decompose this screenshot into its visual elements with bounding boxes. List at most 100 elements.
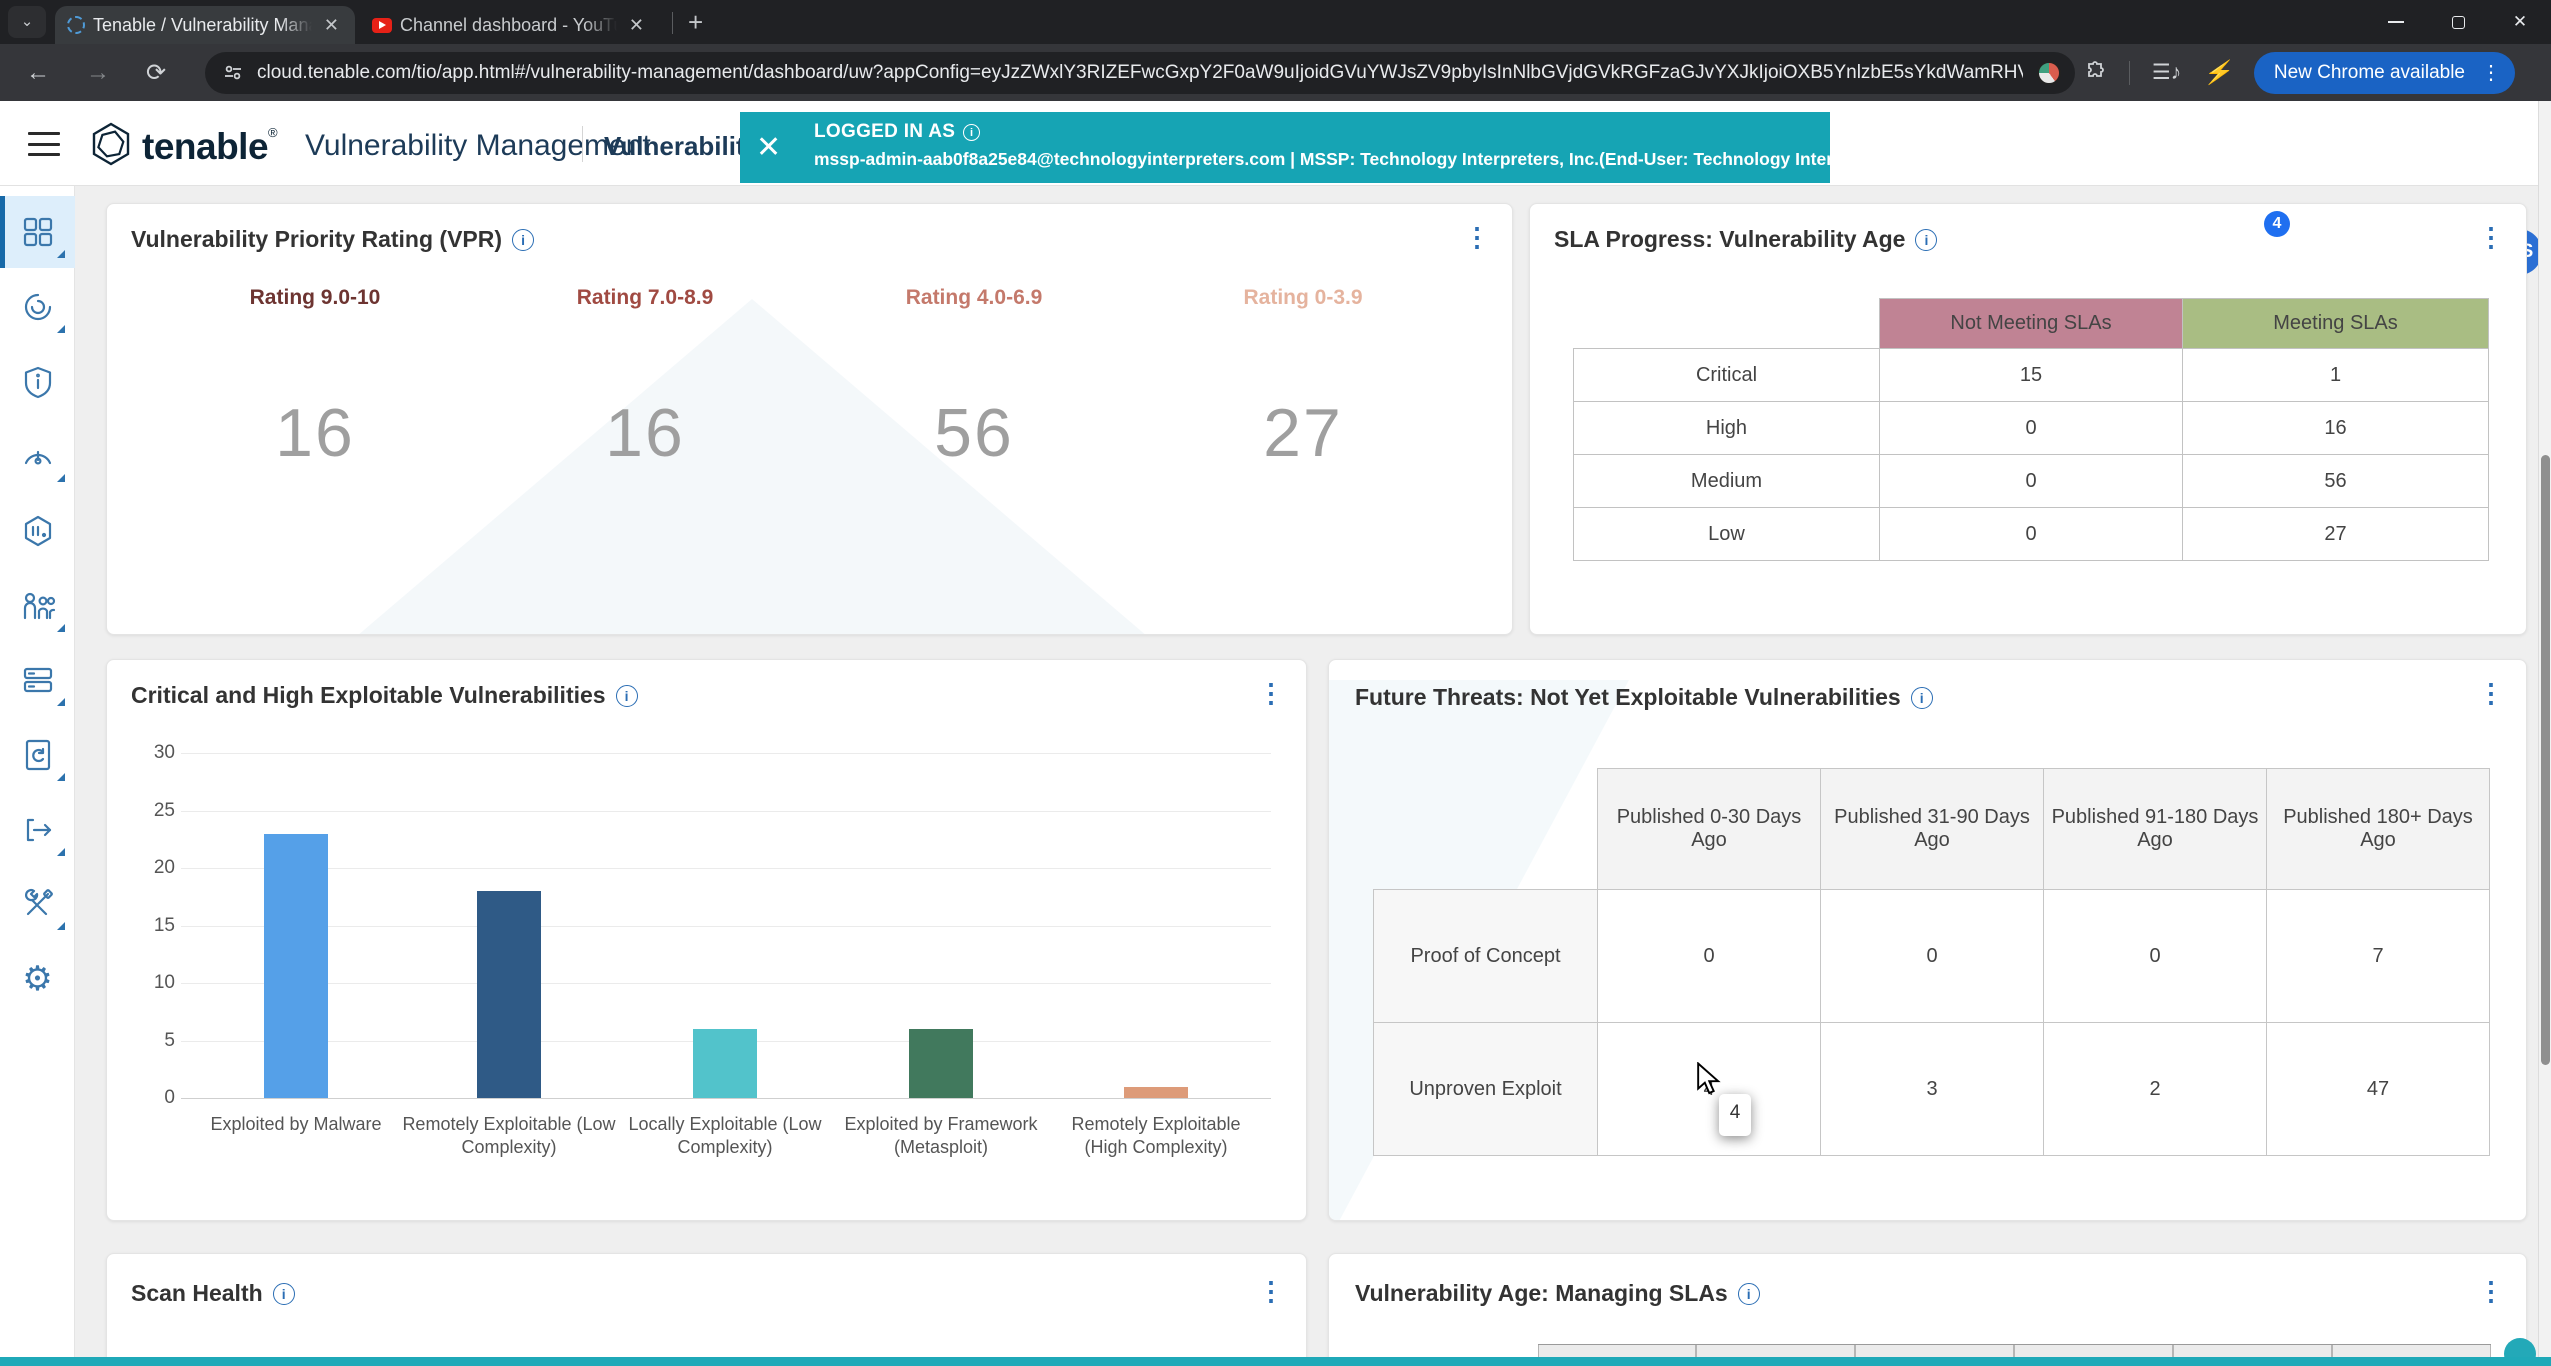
address-bar[interactable]: cloud.tenable.com/tio/app.html#/vulnerab… xyxy=(205,52,2075,94)
panel-title: Vulnerability Age: Managing SLAsi xyxy=(1355,1280,1760,1307)
browser-tab-active[interactable]: Tenable / Vulnerability Manage ✕ xyxy=(55,6,355,44)
extensions-puzzle-icon[interactable] xyxy=(2083,61,2107,85)
window-minimize-button[interactable] xyxy=(2365,0,2427,44)
logged-in-as-banner: ✕ LOGGED IN ASi mssp-admin-aab0f8a25e84@… xyxy=(740,112,1830,183)
settings-gear-icon: ⚙ xyxy=(22,959,52,999)
sidebar-item-explore[interactable] xyxy=(0,271,75,343)
panel-menu-kebab-icon[interactable]: ⋮ xyxy=(2478,222,2504,253)
sensors-icon xyxy=(20,662,56,698)
new-chrome-label: New Chrome available xyxy=(2274,62,2465,84)
y-axis-tick: 20 xyxy=(121,857,175,879)
bar-exploited-by-malware[interactable] xyxy=(264,834,328,1099)
sidebar-item-settings[interactable]: ⚙ xyxy=(0,943,75,1015)
panel-menu-kebab-icon[interactable]: ⋮ xyxy=(2478,1276,2504,1307)
table-row: Proof of Concept 0 0 0 7 xyxy=(1374,890,2490,1023)
shield-info-icon xyxy=(20,364,56,400)
sidebar-item-dashboards[interactable] xyxy=(0,196,75,268)
page-scrollbar[interactable] xyxy=(2538,101,2551,1366)
sidebar-item-scans[interactable] xyxy=(0,719,75,791)
panel-menu-kebab-icon[interactable]: ⋮ xyxy=(1258,1276,1284,1307)
info-icon[interactable]: i xyxy=(1915,229,1937,251)
vpr-rating-value[interactable]: 56 xyxy=(844,394,1104,472)
panel-menu-kebab-icon[interactable]: ⋮ xyxy=(1464,222,1490,253)
extension-logo-icon[interactable] xyxy=(2037,61,2061,85)
sidebar-item-lumin[interactable] xyxy=(0,420,75,492)
info-icon[interactable]: i xyxy=(512,229,534,251)
future-cell[interactable]: 0 xyxy=(1598,890,1821,1023)
sidebar-item-assets[interactable] xyxy=(0,495,75,567)
sidebar-item-findings[interactable] xyxy=(0,346,75,418)
vpr-rating-value[interactable]: 16 xyxy=(185,394,445,472)
dashboard-grid-icon xyxy=(20,214,56,250)
sidebar-item-users[interactable] xyxy=(0,570,75,642)
reload-button[interactable]: ⟳ xyxy=(146,58,166,87)
bar-remotely-exploitable-low[interactable] xyxy=(477,891,541,1098)
info-icon[interactable]: i xyxy=(616,685,638,707)
sla-cell[interactable]: 0 xyxy=(1880,455,2183,508)
tab-title: Tenable / Vulnerability Manage xyxy=(93,15,312,36)
future-cell[interactable]: 0 xyxy=(2044,890,2267,1023)
sla-cell[interactable]: 1 xyxy=(2183,349,2489,402)
browser-tab-youtube[interactable]: Channel dashboard - YouTube S ✕ xyxy=(360,6,660,44)
banner-close-icon[interactable]: ✕ xyxy=(756,130,781,165)
sla-cell[interactable]: 56 xyxy=(2183,455,2489,508)
x-axis-label: Exploited by Malware xyxy=(188,1113,404,1136)
new-chrome-available-button[interactable]: New Chrome available ⋮ xyxy=(2254,52,2515,94)
window-close-button[interactable]: ✕ xyxy=(2489,0,2551,44)
sidebar-item-sensors[interactable] xyxy=(0,644,75,716)
sla-cell[interactable]: 27 xyxy=(2183,508,2489,561)
hamburger-menu-icon[interactable] xyxy=(28,132,60,156)
info-icon: i xyxy=(963,124,980,141)
scrollbar-thumb[interactable] xyxy=(2541,455,2550,1065)
table-row: Critical 15 1 xyxy=(1574,349,2489,402)
vpr-rating-label: Rating 4.0-6.9 xyxy=(844,286,1104,310)
table-row: Medium 0 56 xyxy=(1574,455,2489,508)
info-icon[interactable]: i xyxy=(1738,1283,1760,1305)
reading-list-icon[interactable]: ☰♪ xyxy=(2152,60,2181,85)
future-cell[interactable]: 47 xyxy=(2267,1023,2490,1156)
tab-close-icon[interactable]: ✕ xyxy=(320,15,343,36)
bar-remotely-exploitable-high[interactable] xyxy=(1124,1087,1188,1099)
panel-menu-kebab-icon[interactable]: ⋮ xyxy=(2478,678,2504,709)
tab-close-icon[interactable]: ✕ xyxy=(625,15,648,36)
extension-bolt-icon[interactable]: ⚡ xyxy=(2203,59,2232,86)
sla-cell[interactable]: 16 xyxy=(2183,402,2489,455)
browser-menu-kebab-icon[interactable]: ⋮ xyxy=(2475,60,2507,85)
youtube-favicon-icon xyxy=(372,18,392,33)
vpr-rating-value[interactable]: 27 xyxy=(1173,394,1433,472)
asset-hexagon-icon xyxy=(20,513,56,549)
bar-exploited-by-framework[interactable] xyxy=(909,1029,973,1098)
tab-search-chevron-icon[interactable]: ⌄ xyxy=(8,6,46,38)
sla-cell[interactable]: 0 xyxy=(1880,402,2183,455)
sla-row-label: Critical xyxy=(1574,349,1880,402)
x-axis-label: Remotely Exploitable (Low Complexity) xyxy=(401,1113,617,1160)
y-axis-tick: 25 xyxy=(121,800,175,822)
vpr-rating-value[interactable]: 16 xyxy=(515,394,775,472)
url-text[interactable]: cloud.tenable.com/tio/app.html#/vulnerab… xyxy=(257,62,2023,84)
screen: ⌄ Tenable / Vulnerability Manage ✕ Chann… xyxy=(0,0,2551,1366)
mouse-cursor xyxy=(1695,1062,1725,1096)
tab-divider xyxy=(672,12,673,34)
info-icon[interactable]: i xyxy=(273,1283,295,1305)
sidebar-item-export[interactable] xyxy=(0,794,75,866)
future-cell[interactable]: 0 xyxy=(1821,890,2044,1023)
window-restore-button[interactable] xyxy=(2427,0,2489,44)
new-tab-button[interactable]: + xyxy=(688,8,703,36)
vpr-rating-label: Rating 9.0-10 xyxy=(185,286,445,310)
sla-cell[interactable]: 15 xyxy=(1880,349,2183,402)
site-settings-icon[interactable] xyxy=(223,63,243,83)
future-cell[interactable]: 7 xyxy=(2267,890,2490,1023)
flyout-indicator xyxy=(57,325,65,333)
sla-cell[interactable]: 0 xyxy=(1880,508,2183,561)
bar-locally-exploitable-low[interactable] xyxy=(693,1029,757,1098)
header-divider xyxy=(582,126,583,162)
forward-button[interactable]: → xyxy=(86,59,110,87)
info-icon[interactable]: i xyxy=(1911,687,1933,709)
back-button[interactable]: ← xyxy=(26,59,50,87)
explore-icon xyxy=(20,289,56,325)
panel-menu-kebab-icon[interactable]: ⋮ xyxy=(1258,678,1284,709)
future-cell[interactable]: 2 xyxy=(2044,1023,2267,1156)
panel-exploitable-chart: Critical and High Exploitable Vulnerabil… xyxy=(106,659,1307,1221)
sidebar-item-remediation[interactable] xyxy=(0,868,75,940)
future-cell[interactable]: 3 xyxy=(1821,1023,2044,1156)
